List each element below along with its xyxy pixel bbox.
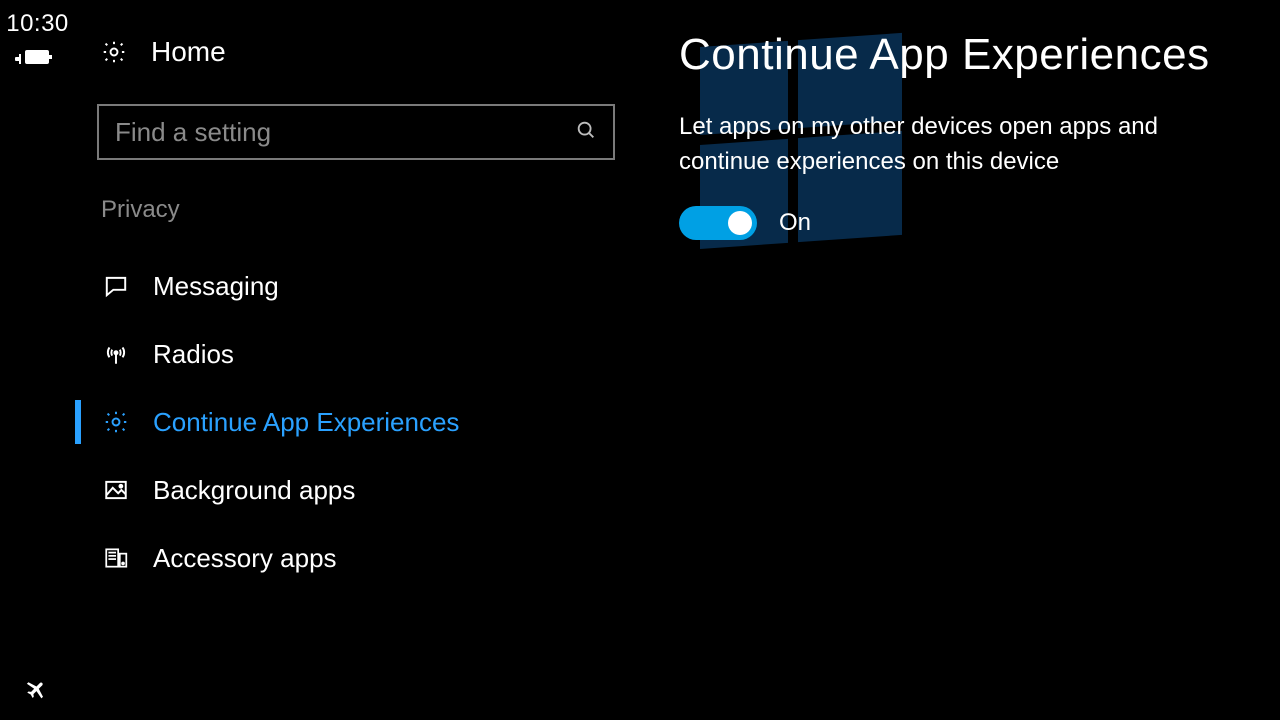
- toggle-state-label: On: [779, 209, 811, 237]
- sidebar-item-messaging[interactable]: Messaging: [97, 252, 615, 320]
- sidebar-item-accessory-apps[interactable]: Accessory apps: [97, 524, 615, 592]
- continue-experiences-toggle[interactable]: [679, 206, 757, 240]
- sidebar-item-radios[interactable]: Radios: [97, 320, 615, 388]
- sidebar-nav: Messaging Radios: [97, 252, 615, 592]
- sidebar-item-label: Messaging: [153, 271, 279, 302]
- accessory-icon: [101, 545, 131, 571]
- gear-icon: [99, 39, 129, 65]
- sidebar-section-heading: Privacy: [97, 196, 615, 224]
- settings-sidebar: Home Privacy Messaging: [75, 0, 635, 720]
- sidebar-item-background-apps[interactable]: Background apps: [97, 456, 615, 524]
- toggle-row: On: [679, 206, 1220, 240]
- status-clock: 10:30: [6, 10, 69, 38]
- setting-description: Let apps on my other devices open apps a…: [679, 110, 1219, 180]
- sidebar-item-label: Accessory apps: [153, 543, 337, 574]
- sidebar-item-label: Background apps: [153, 475, 355, 506]
- battery-charging-icon: [23, 50, 53, 68]
- search-input[interactable]: [115, 117, 565, 148]
- sidebar-item-label: Continue App Experiences: [153, 407, 459, 438]
- antenna-icon: [101, 341, 131, 367]
- search-icon: [575, 119, 597, 146]
- home-button[interactable]: Home: [97, 30, 615, 86]
- sidebar-item-continue-app-experiences[interactable]: Continue App Experiences: [97, 388, 615, 456]
- home-label: Home: [151, 36, 226, 68]
- chat-bubble-icon: [101, 273, 131, 299]
- picture-icon: [101, 477, 131, 503]
- settings-content: Continue App Experiences Let apps on my …: [635, 0, 1280, 720]
- toggle-knob: [728, 211, 752, 235]
- airplane-mode-icon: [25, 675, 51, 706]
- status-bar: 10:30: [0, 0, 75, 720]
- sidebar-item-label: Radios: [153, 339, 234, 370]
- gear-icon: [101, 409, 131, 435]
- search-box[interactable]: [97, 104, 615, 160]
- page-title: Continue App Experiences: [679, 30, 1220, 80]
